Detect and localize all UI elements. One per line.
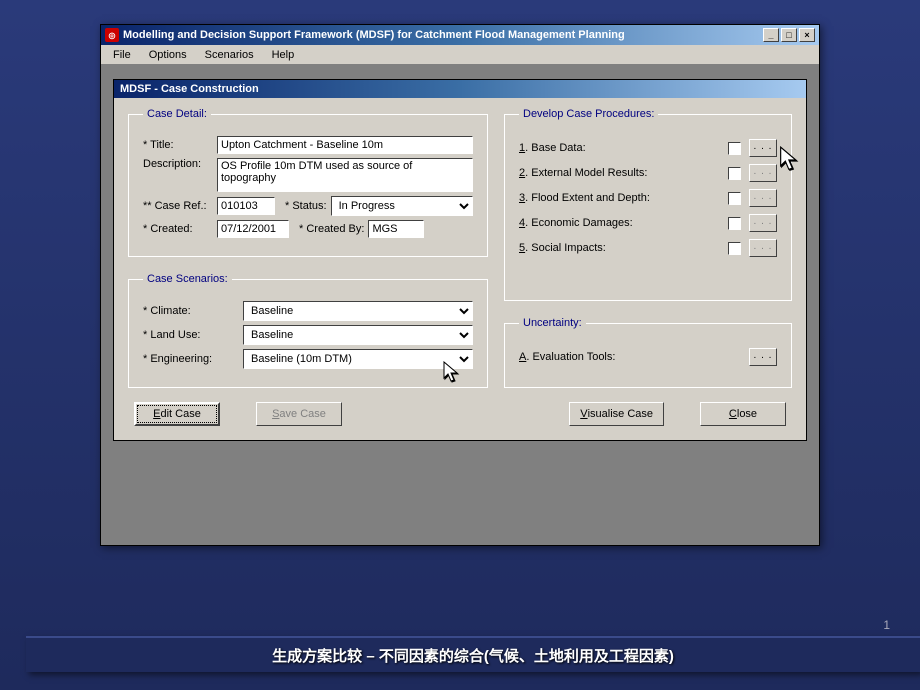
app-icon: ◎ [105, 28, 119, 42]
climate-select[interactable]: Baseline [243, 301, 473, 321]
uncertainty-legend: Uncertainty: [519, 317, 586, 329]
procedure-row: 1. Base Data: . . . [519, 139, 777, 157]
page-number: 1 [883, 618, 890, 632]
minimize-button[interactable]: _ [763, 28, 779, 42]
createdby-label: * Created By: [299, 223, 364, 235]
cursor-icon-2 [779, 146, 797, 170]
procedure-label: 5. Social Impacts: [519, 242, 720, 254]
status-label: * Status: [285, 200, 327, 212]
case-scenarios-group: Case Scenarios: * Climate: Baseline * La… [128, 273, 488, 388]
description-input[interactable]: OS Profile 10m DTM used as source of top… [217, 158, 473, 192]
procedure-row: 2. External Model Results: . . . [519, 164, 777, 182]
landuse-label: * Land Use: [143, 329, 239, 341]
status-select[interactable]: In Progress [331, 196, 473, 216]
window-title: Modelling and Decision Support Framework… [123, 29, 625, 41]
main-window: ◎ Modelling and Decision Support Framewo… [100, 24, 820, 546]
case-construction-dialog: MDSF - Case Construction Case Detail: * … [113, 79, 807, 441]
procedure-checkbox[interactable] [728, 167, 741, 180]
procedure-row: 4. Economic Damages: . . . [519, 214, 777, 232]
uncertainty-group: Uncertainty: A. Evaluation Tools: . . . [504, 317, 792, 388]
procedure-browse-button[interactable]: . . . [749, 214, 777, 232]
procedure-checkbox[interactable] [728, 242, 741, 255]
menu-help[interactable]: Help [264, 47, 303, 63]
eval-tools-label: A. Evaluation Tools: [519, 351, 741, 363]
title-label: * Title: [143, 139, 213, 151]
menu-file[interactable]: File [105, 47, 139, 63]
engineering-label: * Engineering: [143, 353, 239, 365]
close-window-button[interactable]: × [799, 28, 815, 42]
procedure-row: 5. Social Impacts: . . . [519, 239, 777, 257]
landuse-select[interactable]: Baseline [243, 325, 473, 345]
procedures-group: Develop Case Procedures: 1. Base Data: . … [504, 108, 792, 301]
procedure-checkbox[interactable] [728, 142, 741, 155]
procedure-checkbox[interactable] [728, 192, 741, 205]
procedure-label: 3. Flood Extent and Depth: [519, 192, 720, 204]
engineering-select[interactable]: Baseline (10m DTM) [243, 349, 473, 369]
menubar: File Options Scenarios Help [101, 45, 819, 65]
close-button[interactable]: Close [700, 402, 786, 426]
save-case-button[interactable]: Save Case [256, 402, 342, 426]
procedure-browse-button[interactable]: . . . [749, 164, 777, 182]
created-input[interactable] [217, 220, 289, 238]
edit-case-button[interactable]: Edit Case [134, 402, 220, 426]
mdi-area: MDSF - Case Construction Case Detail: * … [101, 65, 819, 545]
dialog-title: MDSF - Case Construction [114, 80, 806, 98]
caseref-label: ** Case Ref.: [143, 200, 213, 212]
visualise-case-button[interactable]: Visualise Case [569, 402, 664, 426]
case-detail-legend: Case Detail: [143, 108, 211, 120]
menu-options[interactable]: Options [141, 47, 195, 63]
eval-tools-button[interactable]: . . . [749, 348, 777, 366]
climate-label: * Climate: [143, 305, 239, 317]
titlebar: ◎ Modelling and Decision Support Framewo… [101, 25, 819, 45]
procedure-browse-button[interactable]: . . . [749, 189, 777, 207]
procedure-label: 2. External Model Results: [519, 167, 720, 179]
title-input[interactable] [217, 136, 473, 154]
case-scenarios-legend: Case Scenarios: [143, 273, 232, 285]
created-label: * Created: [143, 223, 213, 235]
procedure-browse-button[interactable]: . . . [749, 139, 777, 157]
menu-scenarios[interactable]: Scenarios [197, 47, 262, 63]
procedures-legend: Develop Case Procedures: [519, 108, 658, 120]
procedure-browse-button[interactable]: . . . [749, 239, 777, 257]
procedure-label: 4. Economic Damages: [519, 217, 720, 229]
case-detail-group: Case Detail: * Title: Description: OS Pr… [128, 108, 488, 257]
procedure-label: 1. Base Data: [519, 142, 720, 154]
caseref-input[interactable] [217, 197, 275, 215]
procedure-checkbox[interactable] [728, 217, 741, 230]
createdby-input[interactable] [368, 220, 424, 238]
procedure-row: 3. Flood Extent and Depth: . . . [519, 189, 777, 207]
maximize-button[interactable]: □ [781, 28, 797, 42]
slide-caption: 生成方案比较 – 不同因素的综合(气候、土地利用及工程因素) [26, 636, 920, 672]
description-label: Description: [143, 158, 213, 170]
